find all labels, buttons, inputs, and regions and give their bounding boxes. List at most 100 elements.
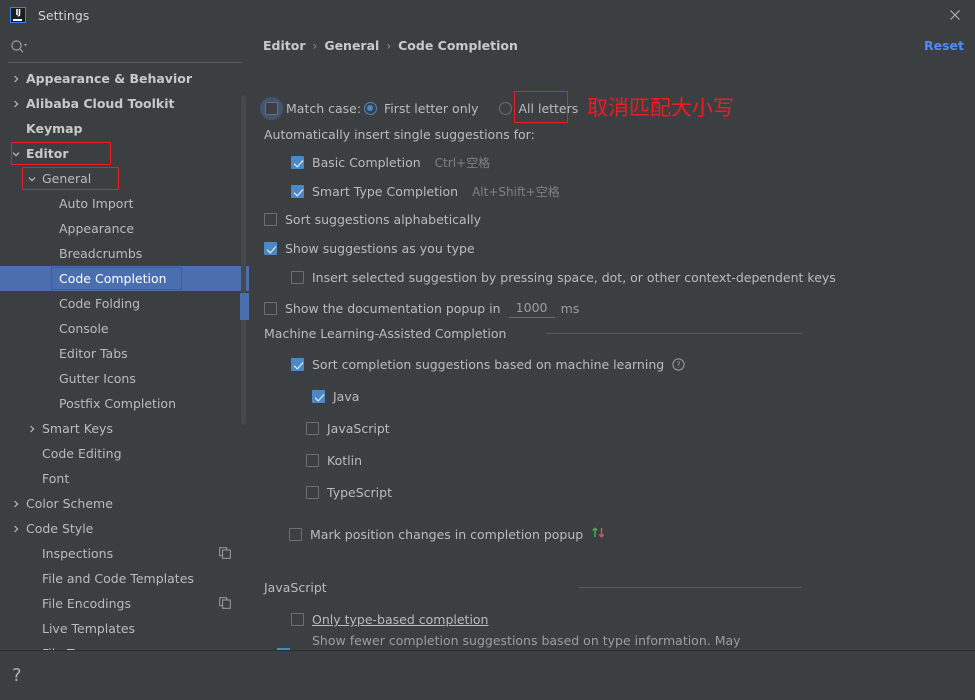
- chevron-down-icon[interactable]: [10, 148, 22, 160]
- sidebar-item-label: Editor: [26, 146, 69, 161]
- sidebar-item-gutter-icons[interactable]: Gutter Icons: [0, 366, 249, 391]
- sidebar-item-label: Code Folding: [59, 296, 141, 311]
- mark-position-label: Mark position changes in completion popu…: [310, 526, 584, 542]
- basic-completion-checkbox[interactable]: [291, 156, 304, 169]
- sidebar-item-smart-keys[interactable]: Smart Keys: [0, 416, 249, 441]
- sidebar-scrollbar-track[interactable]: [241, 95, 246, 425]
- annotation-cancel-match-case: 取消匹配大小写: [587, 96, 734, 120]
- chevron-down-icon[interactable]: [26, 173, 38, 185]
- insert-selected-label: Insert selected suggestion by pressing s…: [312, 270, 836, 285]
- basic-completion-shortcut: Ctrl+空格: [434, 156, 491, 170]
- doc-popup-row: Show the documentation popup in ms: [264, 299, 579, 318]
- sidebar-item-general[interactable]: General: [0, 166, 249, 191]
- doc-popup-label: Show the documentation popup in: [285, 301, 501, 316]
- sidebar-item-label: Code Editing: [42, 446, 122, 461]
- sort-alphabetically-checkbox[interactable]: [264, 213, 277, 226]
- only-type-based-checkbox[interactable]: [291, 613, 304, 626]
- search-icon: [10, 39, 28, 55]
- ml-lang-javascript-row: JavaScript: [306, 421, 390, 436]
- mark-position-checkbox[interactable]: [289, 527, 302, 541]
- chevron-right-icon[interactable]: [10, 523, 22, 535]
- sidebar-item-appearance[interactable]: Appearance: [0, 216, 249, 241]
- sidebar-item-code-completion[interactable]: Code Completion: [0, 266, 249, 291]
- sidebar-item-file-types[interactable]: File Types: [0, 641, 249, 650]
- sidebar-item-label: General: [42, 171, 92, 186]
- sidebar-item-label: Auto Import: [59, 196, 134, 211]
- ml-lang-kotlin-checkbox[interactable]: [306, 454, 319, 467]
- help-circle-icon[interactable]: ?: [672, 358, 685, 371]
- radio-first-letter-only[interactable]: [364, 102, 377, 115]
- sidebar-item-keymap[interactable]: Keymap: [0, 116, 249, 141]
- sidebar-item-auto-import[interactable]: Auto Import: [0, 191, 249, 216]
- copy-icon[interactable]: [219, 597, 231, 609]
- close-icon[interactable]: [947, 7, 963, 23]
- window-title: Settings: [38, 7, 90, 23]
- settings-main-panel: Editor › General › Code Completion Reset…: [249, 30, 975, 650]
- breadcrumb: Editor › General › Code Completion: [263, 38, 518, 53]
- breadcrumb-item-general[interactable]: General: [324, 38, 379, 53]
- insert-selected-checkbox[interactable]: [291, 271, 304, 284]
- sidebar-item-label: Appearance: [59, 221, 135, 236]
- ml-lang-javascript-label: JavaScript: [327, 421, 390, 436]
- help-button[interactable]: ?: [12, 665, 22, 686]
- breadcrumb-item-editor[interactable]: Editor: [263, 38, 306, 53]
- sidebar-item-editor-tabs[interactable]: Editor Tabs: [0, 341, 249, 366]
- sort-ml-checkbox[interactable]: [291, 358, 304, 371]
- sidebar-item-editor[interactable]: Editor: [0, 141, 249, 166]
- sidebar-item-code-editing[interactable]: Code Editing: [0, 441, 249, 466]
- ml-lang-javascript-checkbox[interactable]: [306, 422, 319, 435]
- sidebar-item-live-templates[interactable]: Live Templates: [0, 616, 249, 641]
- sidebar-item-label: Alibaba Cloud Toolkit: [26, 96, 175, 111]
- title-bar: IJ Settings: [0, 0, 975, 30]
- doc-popup-delay-input[interactable]: [508, 299, 555, 318]
- breadcrumb-separator-icon: ›: [386, 38, 392, 53]
- sidebar-item-alibaba-cloud-toolkit[interactable]: Alibaba Cloud Toolkit: [0, 91, 249, 116]
- settings-tree[interactable]: Appearance & Behavior Alibaba Cloud Toolk…: [0, 66, 249, 650]
- radio-first-letter-only-label: First letter only: [384, 101, 479, 116]
- only-type-based-label: Only type-based completion: [312, 612, 489, 627]
- doc-popup-checkbox[interactable]: [264, 302, 277, 315]
- match-case-checkbox[interactable]: [265, 102, 278, 115]
- sidebar-item-inspections[interactable]: Inspections: [0, 541, 249, 566]
- ml-lang-typescript-checkbox[interactable]: [306, 486, 319, 499]
- js-section-divider: [579, 587, 802, 588]
- insert-selected-row: Insert selected suggestion by pressing s…: [291, 270, 836, 285]
- copy-icon[interactable]: [219, 547, 231, 559]
- sidebar-item-code-style[interactable]: Code Style: [0, 516, 249, 541]
- chevron-right-icon[interactable]: [10, 98, 22, 110]
- sidebar-item-code-folding[interactable]: Code Folding: [0, 291, 249, 316]
- sidebar-item-breadcrumbs[interactable]: Breadcrumbs: [0, 241, 249, 266]
- chevron-right-icon[interactable]: [10, 498, 22, 510]
- chevron-right-icon[interactable]: [26, 423, 38, 435]
- sort-alphabetically-row: Sort suggestions alphabetically: [264, 212, 481, 227]
- sidebar-item-file-encodings[interactable]: File Encodings: [0, 591, 249, 616]
- search-input[interactable]: [34, 35, 239, 57]
- match-case-row: Match case:: [260, 97, 361, 120]
- auto-insert-label: Automatically insert single suggestions …: [264, 127, 535, 142]
- ml-section-title: Machine Learning-Assisted Completion: [264, 326, 506, 341]
- smart-type-completion-shortcut: Alt+Shift+空格: [472, 185, 560, 199]
- radio-all-letters[interactable]: [498, 102, 512, 115]
- sidebar-item-label: Gutter Icons: [59, 371, 136, 386]
- sidebar-item-font[interactable]: Font: [0, 466, 249, 491]
- smart-type-completion-label: Smart Type Completion: [312, 184, 459, 199]
- sidebar-item-console[interactable]: Console: [0, 316, 249, 341]
- chevron-right-icon[interactable]: [10, 73, 22, 85]
- show-as-you-type-row: Show suggestions as you type: [264, 241, 475, 256]
- smart-type-completion-checkbox[interactable]: [291, 185, 304, 198]
- sidebar-item-label: Font: [42, 471, 70, 486]
- sidebar-item-postfix-completion[interactable]: Postfix Completion: [0, 391, 249, 416]
- sidebar-item-color-scheme[interactable]: Color Scheme: [0, 491, 249, 516]
- show-as-you-type-checkbox[interactable]: [264, 242, 277, 255]
- sidebar-scrollbar-thumb[interactable]: [240, 293, 249, 320]
- sidebar-item-label: Live Templates: [42, 621, 136, 636]
- ml-lang-java-label: Java: [333, 389, 360, 404]
- ml-lang-java-checkbox[interactable]: [312, 390, 325, 403]
- show-as-you-type-label: Show suggestions as you type: [285, 241, 475, 256]
- basic-completion-row: Basic Completion Ctrl+空格: [291, 154, 490, 171]
- reset-link[interactable]: Reset: [924, 38, 964, 53]
- sidebar-item-file-and-code-templates[interactable]: File and Code Templates: [0, 566, 249, 591]
- sidebar-item-appearance-behavior[interactable]: Appearance & Behavior: [0, 66, 249, 91]
- ml-lang-kotlin-row: Kotlin: [306, 453, 362, 468]
- up-down-arrows-icon: [591, 526, 607, 542]
